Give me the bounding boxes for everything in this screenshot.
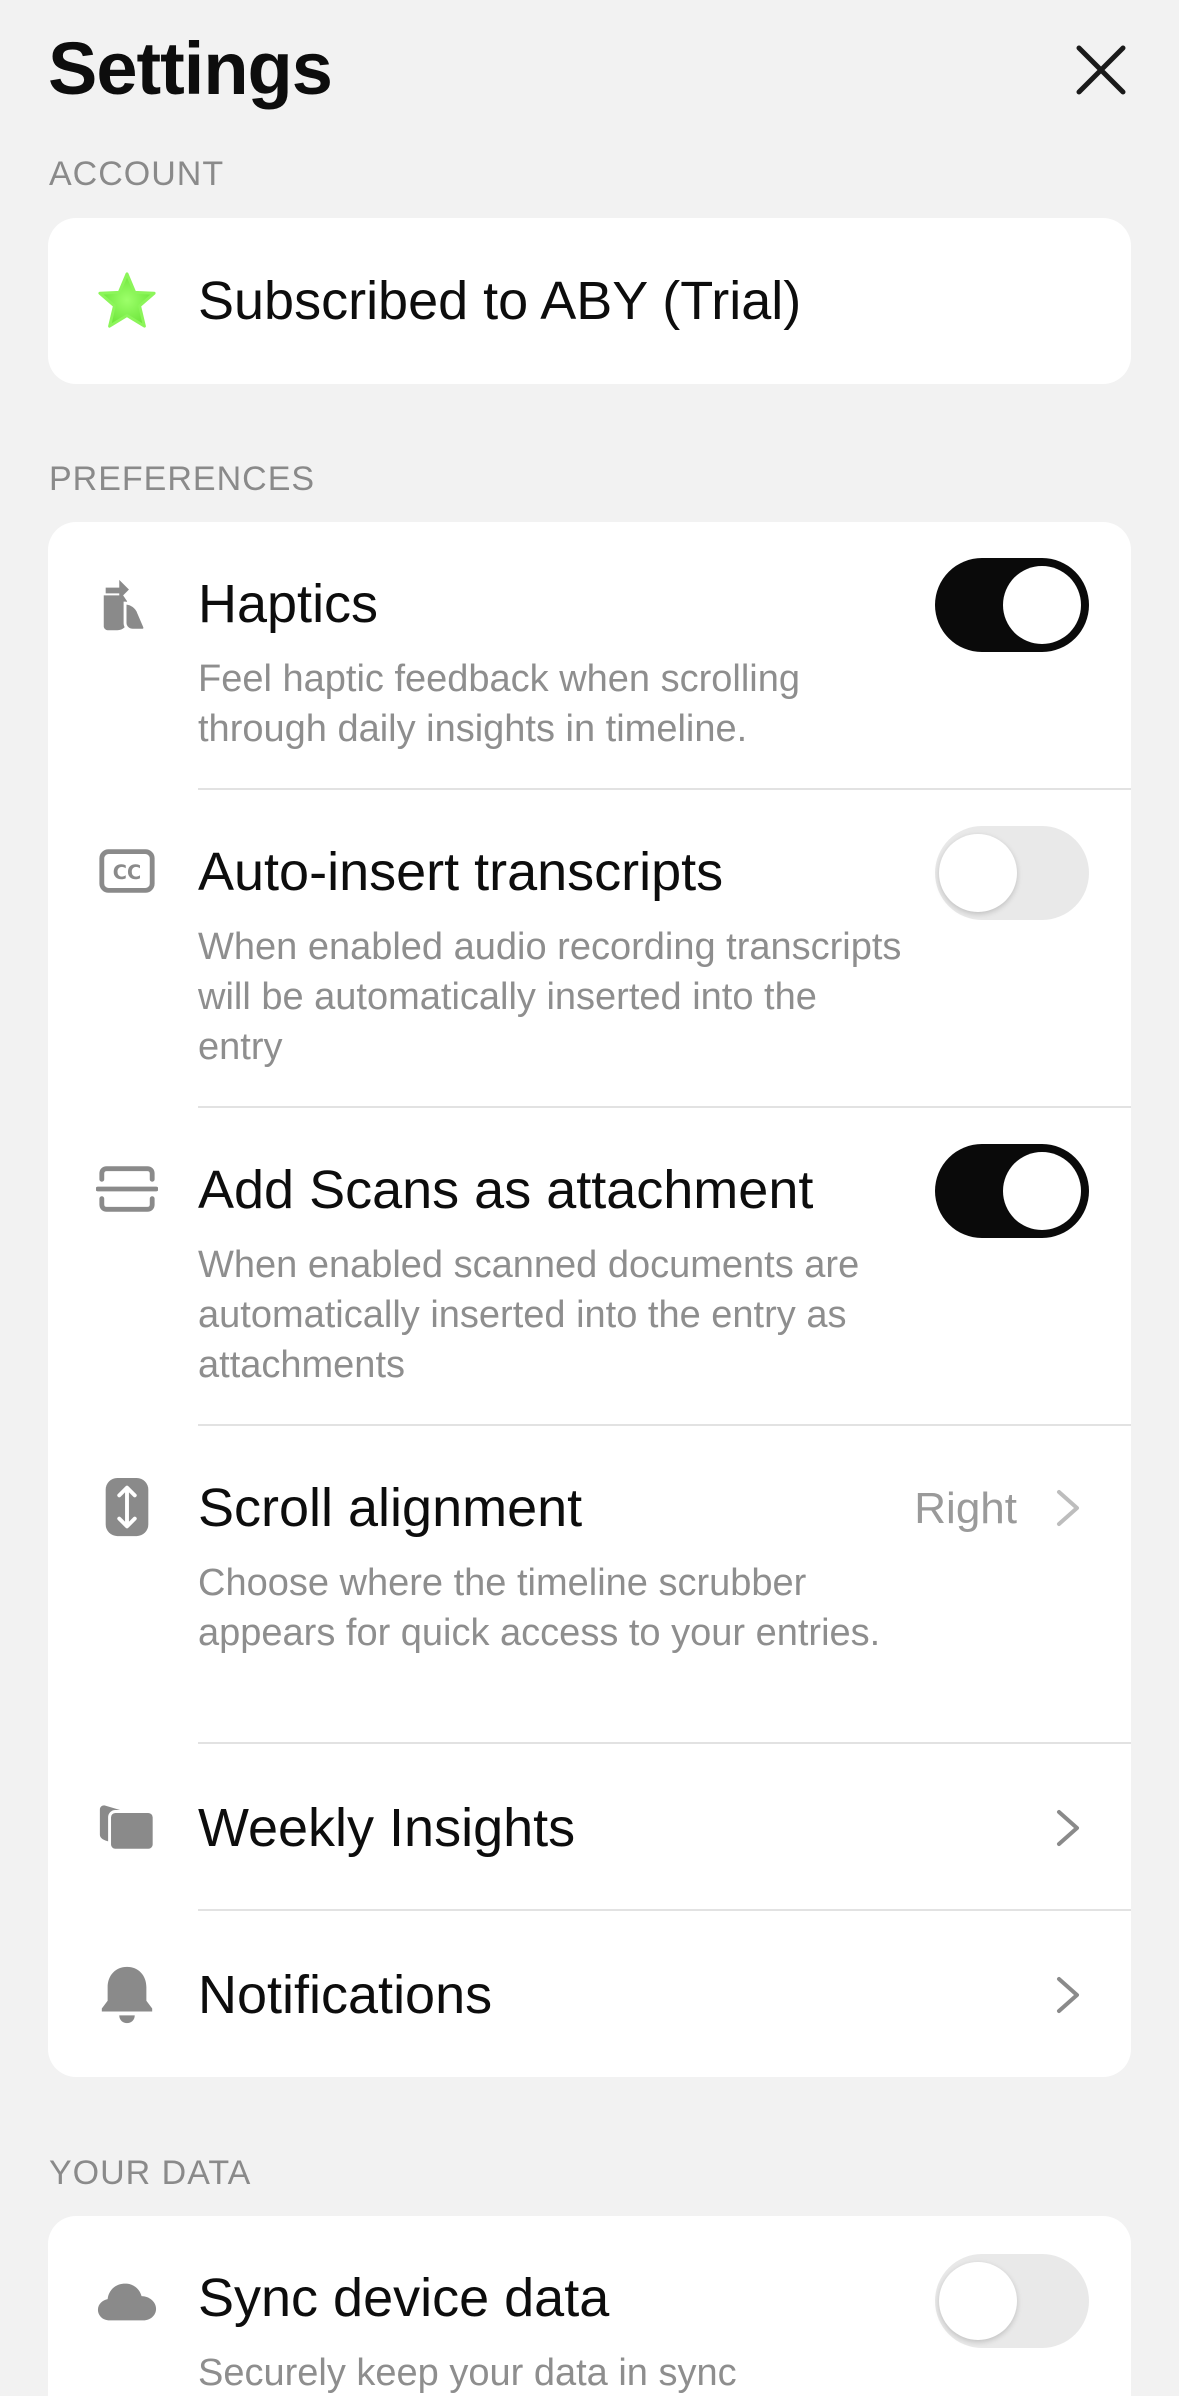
weekly-insights-title: Weekly Insights	[198, 1798, 576, 1858]
scans-title: Add Scans as attachment	[198, 1160, 814, 1220]
closed-captions-icon: CC	[92, 836, 162, 906]
haptics-row: Haptics Feel haptic feedback when scroll…	[48, 522, 1131, 790]
scroll-alignment-row[interactable]: Scroll alignment Right Choose where the …	[48, 1426, 1131, 1744]
auto-insert-description: When enabled audio recording transcripts…	[198, 926, 902, 1068]
chevron-right-icon	[1053, 1806, 1083, 1850]
chevron-right-icon	[1053, 1486, 1083, 1530]
subscription-row[interactable]: Subscribed to ABY (Trial)	[48, 218, 1131, 384]
page-title: Settings	[48, 27, 333, 110]
account-card: Subscribed to ABY (Trial)	[48, 218, 1131, 384]
bell-icon	[92, 1959, 162, 2029]
subscription-label: Subscribed to ABY (Trial)	[198, 271, 802, 331]
weekly-insights-row[interactable]: Weekly Insights	[48, 1744, 1131, 1911]
scroll-alignment-value: Right	[914, 1484, 1017, 1533]
section-label-account: ACCOUNT	[49, 155, 225, 193]
scans-toggle[interactable]	[935, 1144, 1089, 1238]
toggle-knob	[939, 834, 1017, 912]
section-label-your-data: YOUR DATA	[49, 2154, 252, 2192]
toggle-knob	[939, 2262, 1017, 2340]
close-button[interactable]	[1071, 40, 1131, 100]
scan-icon	[92, 1154, 162, 1224]
chevron-right-icon	[1053, 1973, 1083, 2017]
close-icon	[1076, 45, 1126, 95]
scroll-alignment-title: Scroll alignment	[198, 1478, 583, 1538]
auto-insert-row: CC Auto-insert transcripts When enabled …	[48, 790, 1131, 1108]
sync-title: Sync device data	[198, 2268, 610, 2328]
cards-icon	[92, 1792, 162, 1862]
auto-insert-title: Auto-insert transcripts	[198, 842, 724, 902]
auto-insert-toggle[interactable]	[935, 826, 1089, 920]
svg-text:CC: CC	[113, 861, 141, 884]
haptics-toggle[interactable]	[935, 558, 1089, 652]
scans-description: When enabled scanned documents are autom…	[198, 1244, 860, 1386]
sync-toggle[interactable]	[935, 2254, 1089, 2348]
your-data-card: Sync device data Securely keep your data…	[48, 2216, 1131, 2396]
scroll-icon	[92, 1472, 162, 1542]
header: Settings	[48, 24, 1131, 114]
sync-description: Securely keep your data in sync	[198, 2352, 737, 2394]
haptics-title: Haptics	[198, 574, 379, 634]
toggle-knob	[1003, 566, 1081, 644]
preferences-card: Haptics Feel haptic feedback when scroll…	[48, 522, 1131, 2077]
notifications-row[interactable]: Notifications	[48, 1911, 1131, 2077]
sync-row: Sync device data Securely keep your data…	[48, 2216, 1131, 2396]
toggle-knob	[1003, 1152, 1081, 1230]
section-label-preferences: PREFERENCES	[49, 460, 316, 498]
scroll-alignment-description: Choose where the timeline scrubber appea…	[198, 1562, 881, 1654]
cloud-icon	[92, 2266, 162, 2336]
star-icon	[92, 266, 162, 336]
scans-row: Add Scans as attachment When enabled sca…	[48, 1108, 1131, 1426]
notifications-title: Notifications	[198, 1965, 493, 2025]
haptics-description: Feel haptic feedback when scrolling thro…	[198, 658, 801, 750]
haptics-icon	[92, 570, 162, 640]
